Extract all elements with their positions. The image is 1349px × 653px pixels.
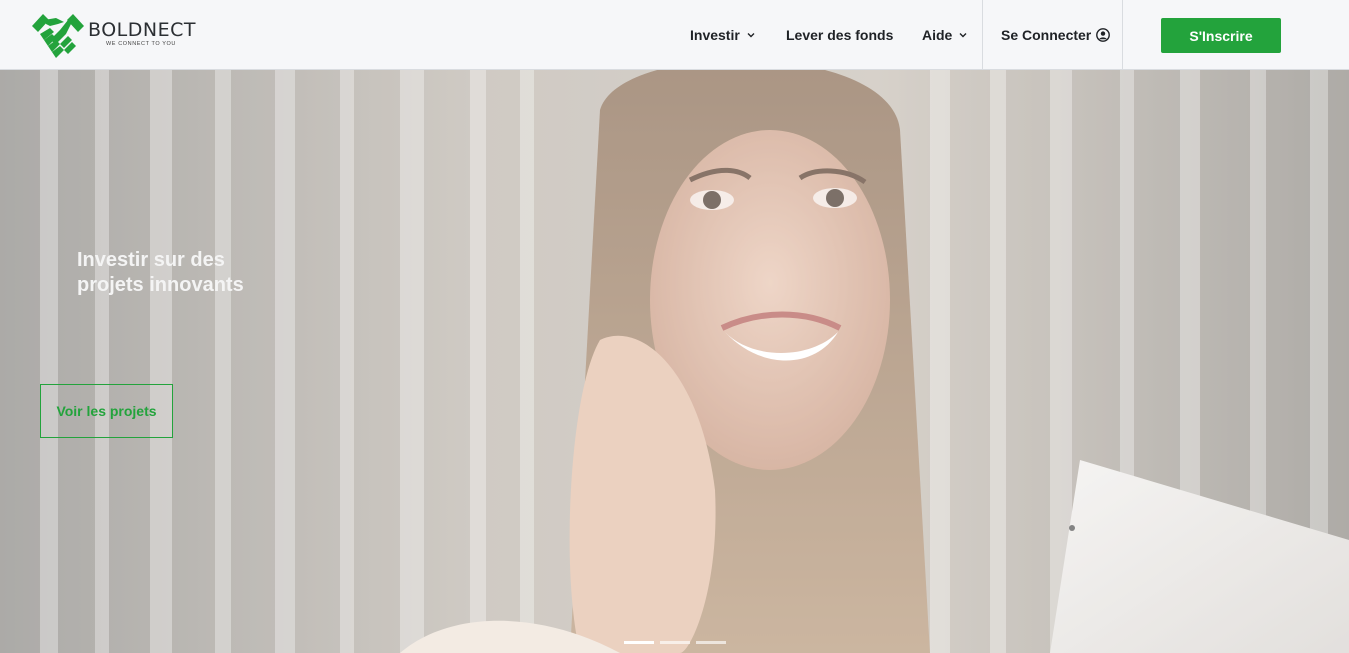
chevron-down-icon: [747, 32, 755, 37]
login-label: Se Connecter: [1001, 26, 1092, 43]
view-projects-button[interactable]: Voir les projets: [40, 384, 173, 438]
nav-investir-label: Investir: [690, 26, 740, 43]
nav-investir[interactable]: Investir: [690, 0, 756, 69]
nav-aide-label: Aide: [922, 26, 953, 43]
carousel-indicator[interactable]: [660, 641, 690, 644]
brand-tagline: WE CONNECT TO YOU: [106, 41, 176, 47]
hero-title: Investir sur des projets innovants: [77, 249, 244, 296]
hero-carousel: Investir sur des projets innovants Voir …: [0, 70, 1349, 653]
nav-aide[interactable]: Aide: [922, 0, 968, 69]
signup-button[interactable]: S'Inscrire: [1161, 18, 1281, 53]
nav-lever-des-fonds[interactable]: Lever des fonds: [786, 0, 893, 69]
hero-overlay: [0, 70, 1349, 653]
brand-wordmark: BOLDNECT WE CONNECT TO YOU: [88, 20, 196, 47]
nav-divider: [982, 0, 983, 69]
login-link[interactable]: Se Connecter: [1001, 0, 1111, 69]
carousel-indicator[interactable]: [624, 641, 654, 644]
brand-name: BOLDNECT: [88, 19, 196, 41]
user-circle-icon: [1096, 27, 1111, 42]
brand-logo[interactable]: BOLDNECT WE CONNECT TO YOU: [30, 10, 195, 62]
chevron-down-icon: [959, 32, 967, 37]
nav-divider: [1122, 0, 1123, 69]
carousel-indicators: [624, 641, 726, 644]
carousel-indicator[interactable]: [696, 641, 726, 644]
site-header: BOLDNECT WE CONNECT TO YOU Investir Leve…: [0, 0, 1349, 70]
nav-lever-label: Lever des fonds: [786, 26, 894, 43]
handshake-icon: [32, 14, 84, 58]
